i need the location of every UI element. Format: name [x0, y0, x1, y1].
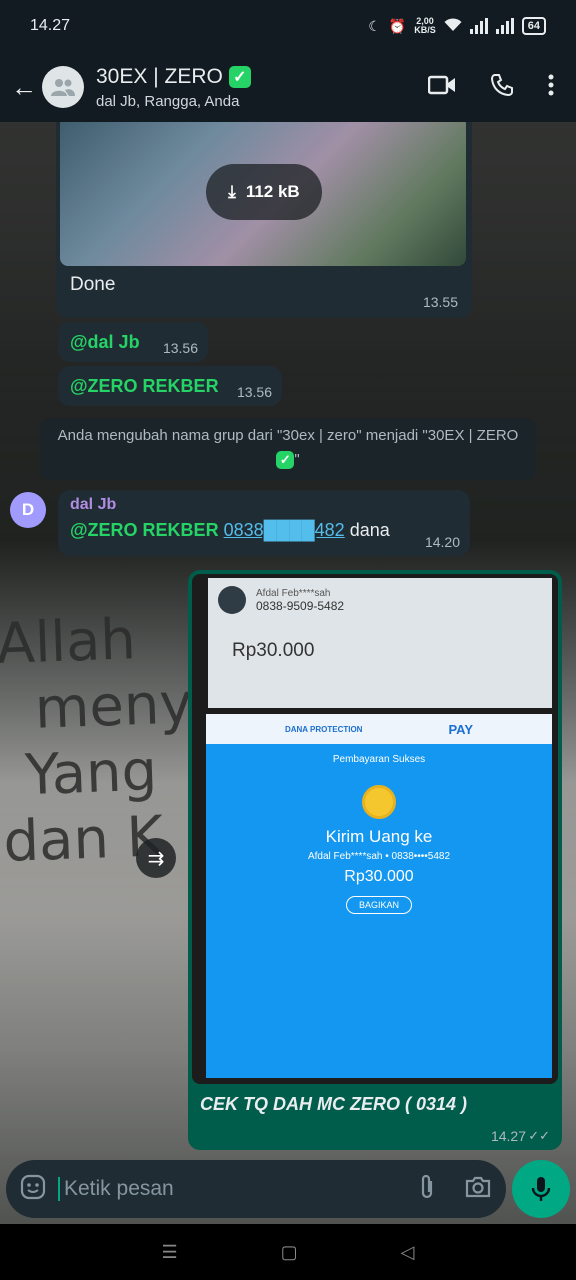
status-bar: 14.27 ☾ ⏰ 2,00 KB/S 64: [0, 0, 576, 52]
system-message: Anda mengubah nama grup dari "30ex | zer…: [40, 418, 536, 480]
outgoing-photo-message[interactable]: Afdal Feb****sah 0838-9509-5482 Rp30.000…: [188, 570, 562, 1150]
message-time: 13.55: [422, 294, 458, 310]
image-message[interactable]: ⤓ 112 kB Done 13.55: [56, 122, 472, 318]
check-emoji-icon: ✓: [228, 65, 251, 88]
message-text: dana: [349, 520, 390, 540]
success-coin-icon: [362, 785, 396, 819]
chat-title-area[interactable]: 30EX | ZERO ✓ dal Jb, Rangga, Anda: [96, 65, 428, 110]
message-input-bar[interactable]: Ketik pesan: [6, 1160, 506, 1218]
home-icon[interactable]: ▢: [281, 1242, 298, 1263]
chat-participants: dal Jb, Rangga, Anda: [96, 92, 240, 110]
avatar: [218, 586, 246, 614]
message-time: 13.56: [236, 384, 272, 400]
mic-button[interactable]: [512, 1160, 570, 1218]
sticker-icon[interactable]: [20, 1174, 46, 1205]
back-arrow-icon[interactable]: ←: [10, 72, 38, 102]
check-emoji-icon: ✓: [276, 451, 295, 469]
incoming-message[interactable]: dal Jb @ZERO REKBER 0838████482 dana 14.…: [58, 490, 470, 556]
mention-link[interactable]: @ZERO REKBER: [70, 376, 219, 397]
sender-name[interactable]: dal Jb: [70, 496, 458, 514]
download-button[interactable]: ⤓ 112 kB: [206, 164, 322, 220]
net-speed: 2,00 KB/S: [414, 16, 436, 35]
recent-apps-icon[interactable]: ☰: [162, 1242, 178, 1263]
mention-link[interactable]: @ZERO REKBER: [70, 520, 219, 540]
battery-indicator: 64: [521, 17, 546, 35]
back-nav-icon[interactable]: ◁: [401, 1242, 415, 1263]
mention-link[interactable]: @dal Jb: [70, 332, 140, 353]
screenshot-top: Afdal Feb****sah 0838-9509-5482 Rp30.000: [208, 578, 552, 708]
photo-caption: CEK TQ DAH MC ZERO ( 0314 ): [200, 1094, 468, 1114]
dana-success-card: DANA PROTECTION PAY Pembayaran Sukses Ki…: [206, 714, 552, 1078]
mic-icon: [531, 1177, 551, 1201]
message-time: 13.56: [162, 340, 198, 356]
chat-header: ← 30EX | ZERO ✓ dal Jb, Rangga, Anda: [0, 52, 576, 122]
attach-icon[interactable]: [418, 1173, 436, 1206]
moon-icon: ☾: [368, 17, 381, 34]
mention-message[interactable]: @dal Jb 13.56: [58, 322, 208, 362]
image-size: 112 kB: [245, 182, 300, 201]
phone-link[interactable]: 0838████482: [224, 520, 345, 540]
video-call-icon[interactable]: [427, 75, 456, 100]
image-caption: Done: [70, 274, 116, 295]
group-avatar[interactable]: [42, 66, 84, 108]
download-icon: ⤓: [228, 182, 236, 201]
message-input[interactable]: Ketik pesan: [58, 1177, 418, 1201]
group-icon: [51, 79, 75, 96]
signal-icon-2: [495, 18, 514, 34]
dana-protection-label: DANA PROTECTION: [284, 724, 363, 734]
voice-call-icon[interactable]: [490, 73, 514, 102]
pay-label: PAY: [448, 721, 474, 737]
blurred-image[interactable]: ⤓ 112 kB: [60, 122, 466, 266]
status-time: 14.27: [30, 17, 71, 34]
signal-icon: [469, 18, 488, 34]
message-time: 14.20: [424, 534, 460, 550]
double-check-icon: ✓✓: [528, 1128, 550, 1143]
message-time: 14.27: [490, 1128, 526, 1144]
forward-icon[interactable]: ⇉: [136, 838, 176, 878]
status-icons: ☾ ⏰ 2,00 KB/S 64: [368, 17, 546, 35]
payment-screenshot[interactable]: Afdal Feb****sah 0838-9509-5482 Rp30.000…: [192, 574, 558, 1084]
more-options-icon[interactable]: [548, 74, 554, 101]
system-nav-bar: ☰ ▢ ◁: [0, 1224, 576, 1280]
share-button: BAGIKAN: [345, 896, 412, 914]
chat-area: Allah menyu Yang dan K ⤓ 112 kB Done 13.…: [0, 122, 576, 1224]
wifi-icon: [444, 17, 462, 35]
chat-title: 30EX | ZERO: [96, 64, 223, 88]
sender-avatar[interactable]: D: [10, 492, 46, 528]
mention-message[interactable]: @ZERO REKBER 13.56: [58, 366, 282, 406]
alarm-icon: ⏰: [388, 17, 407, 34]
camera-icon[interactable]: [464, 1175, 492, 1204]
